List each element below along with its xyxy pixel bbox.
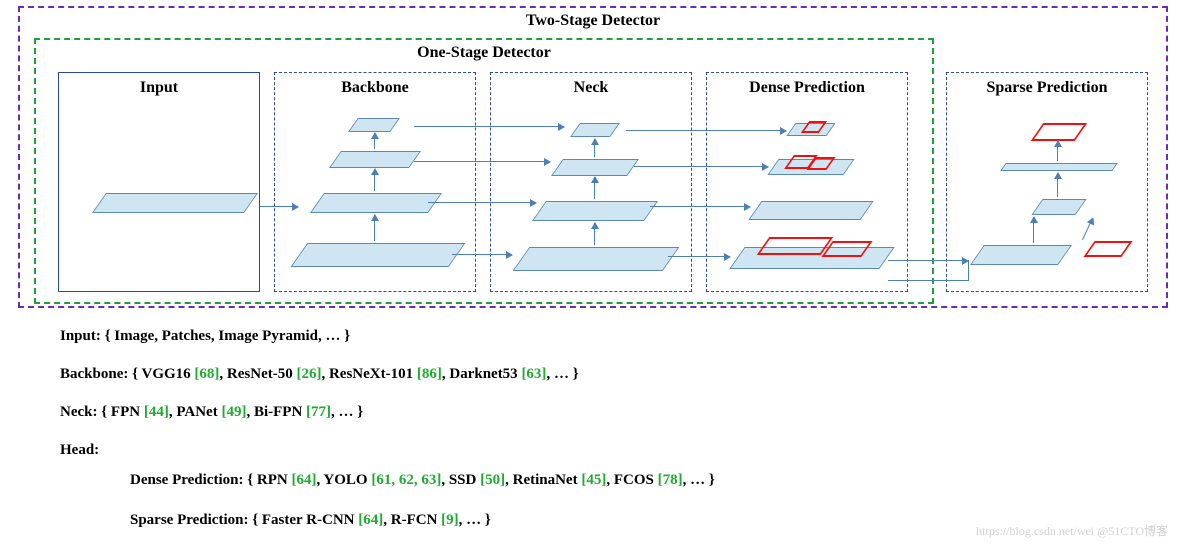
line-head: Head: bbox=[60, 442, 99, 459]
block-backbone: Backbone bbox=[274, 72, 476, 292]
body: { Image, Patches, Image Pyramid, … } bbox=[101, 328, 350, 344]
arrow bbox=[650, 206, 750, 207]
block-input-title: Input bbox=[59, 79, 259, 97]
line-input: Input: { Image, Patches, Image Pyramid, … bbox=[60, 328, 350, 345]
watermark: https://blog.csdn.net/wei @51CTO博客 bbox=[976, 522, 1168, 539]
arrow bbox=[634, 166, 768, 167]
arrow bbox=[414, 126, 564, 127]
block-neck-title: Neck bbox=[491, 79, 691, 97]
arrow bbox=[260, 206, 298, 207]
label: Sparse Prediction: bbox=[130, 512, 248, 528]
label: Dense Prediction: bbox=[130, 472, 243, 488]
arrow bbox=[888, 260, 968, 261]
line-backbone: Backbone: { VGG16 [68], ResNet-50 [26], … bbox=[60, 366, 579, 383]
line-dense: Dense Prediction: { RPN [64], YOLO [61, … bbox=[130, 472, 715, 489]
arrow bbox=[414, 161, 550, 162]
block-neck: Neck bbox=[490, 72, 692, 292]
one-stage-title: One-Stage Detector bbox=[34, 44, 934, 62]
two-stage-title: Two-Stage Detector bbox=[18, 12, 1168, 30]
block-dense: Dense Prediction bbox=[706, 72, 908, 292]
line-sparse: Sparse Prediction: { Faster R-CNN [64], … bbox=[130, 512, 491, 529]
label: Neck: bbox=[60, 404, 98, 420]
arrow bbox=[668, 256, 730, 257]
architecture-diagram: Two-Stage Detector One-Stage Detector In… bbox=[18, 6, 1168, 308]
label: Input: bbox=[60, 328, 101, 344]
block-dense-title: Dense Prediction bbox=[707, 79, 907, 97]
block-sparse: Sparse Prediction bbox=[946, 72, 1148, 292]
label: Head: bbox=[60, 442, 99, 458]
arrow bbox=[428, 202, 536, 203]
block-input: Input bbox=[58, 72, 260, 292]
arrow bbox=[452, 254, 512, 255]
connector bbox=[888, 260, 969, 281]
line-neck: Neck: { FPN [44], PANet [49], Bi-FPN [77… bbox=[60, 404, 363, 421]
block-sparse-title: Sparse Prediction bbox=[947, 79, 1147, 97]
label: Backbone: bbox=[60, 366, 128, 382]
block-backbone-title: Backbone bbox=[275, 79, 475, 97]
arrow bbox=[626, 130, 786, 131]
